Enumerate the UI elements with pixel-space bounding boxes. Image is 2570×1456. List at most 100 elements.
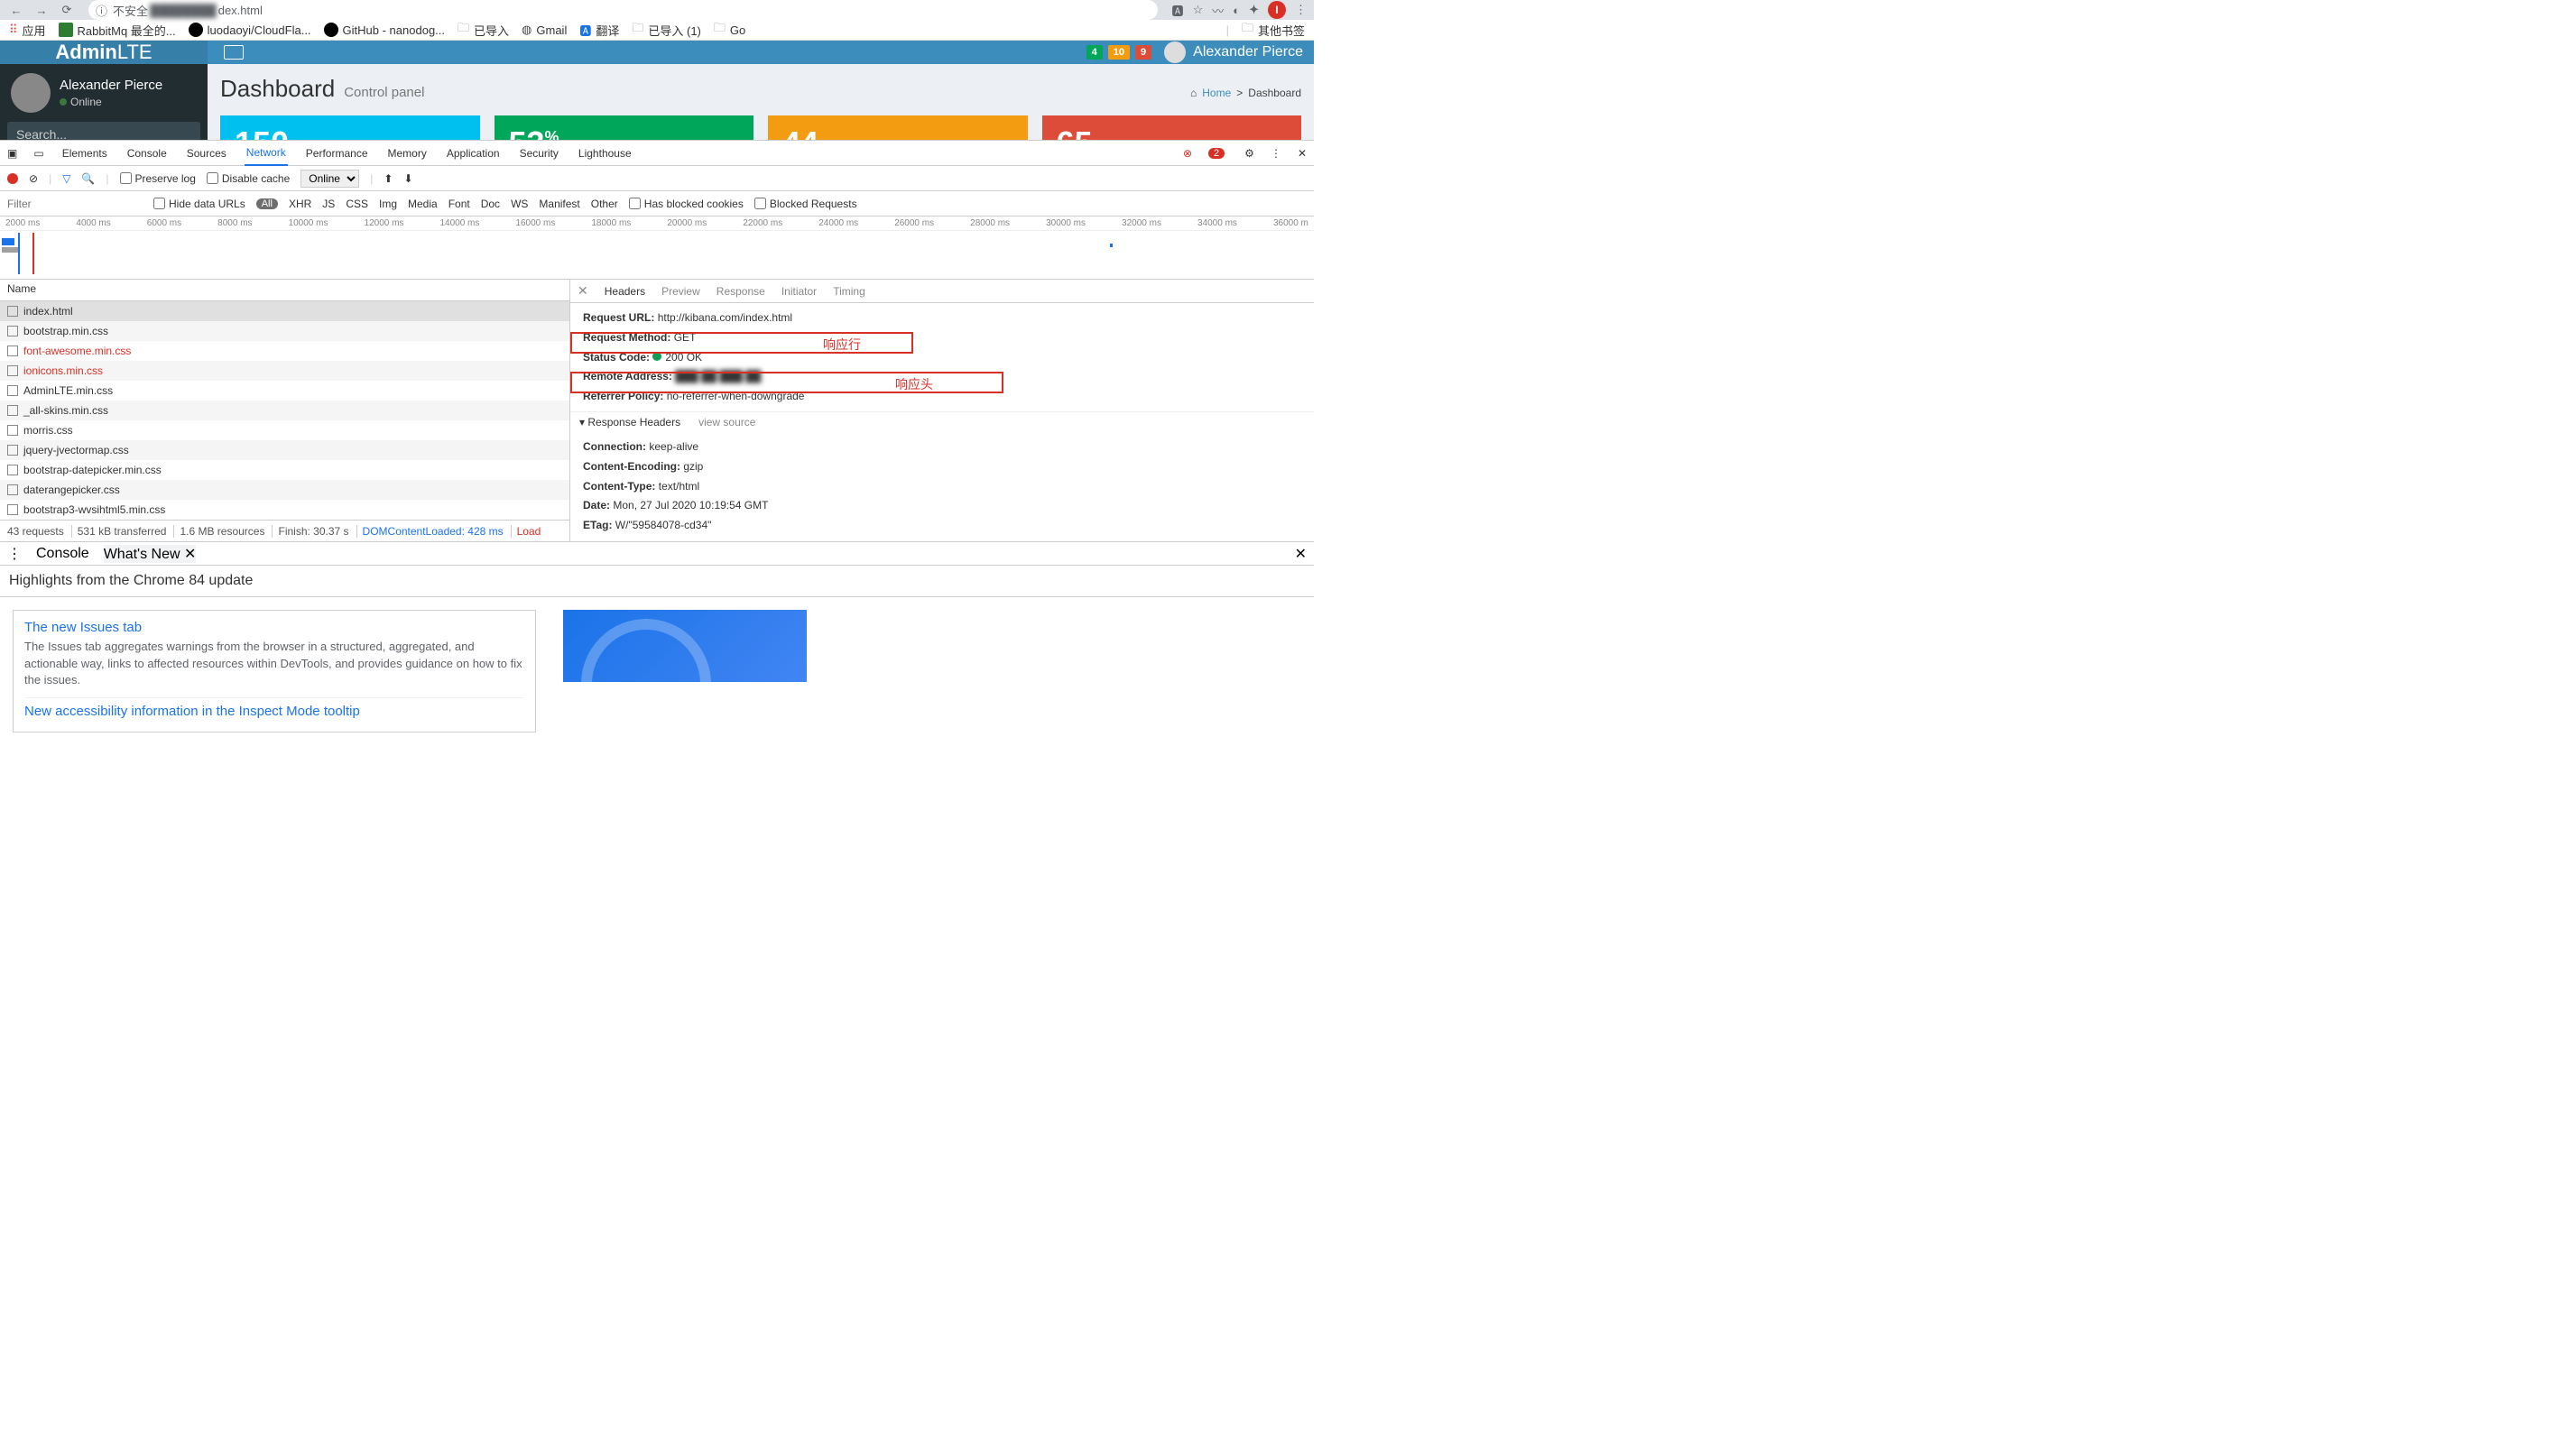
request-row[interactable]: ionicons.min.css	[0, 361, 569, 381]
browser-menu-icon[interactable]: ⋮	[1295, 3, 1307, 17]
logo[interactable]: AdminLTE	[0, 41, 208, 64]
profile-avatar[interactable]: I	[1268, 1, 1286, 19]
translate-icon[interactable]: 🅰	[1172, 2, 1184, 19]
close-drawer-icon[interactable]: ✕	[1295, 545, 1307, 563]
tab-sources[interactable]: Sources	[185, 141, 228, 166]
filter-all[interactable]: All	[256, 198, 278, 209]
blocked-cookies-checkbox[interactable]: Has blocked cookies	[629, 198, 744, 210]
filter-other[interactable]: Other	[591, 198, 618, 210]
filter-xhr[interactable]: XHR	[289, 198, 311, 210]
detail-tab-response[interactable]: Response	[716, 285, 765, 298]
download-icon[interactable]: ⬇	[403, 172, 412, 185]
filter-input[interactable]	[7, 198, 143, 210]
upload-icon[interactable]: ⬆	[384, 172, 393, 185]
sidebar-toggle-icon[interactable]	[224, 45, 244, 60]
bookmark-item[interactable]: 🗀Go	[714, 20, 745, 40]
close-detail-icon[interactable]: ✕	[578, 283, 588, 299]
tab-lighthouse[interactable]: Lighthouse	[577, 141, 633, 166]
bookmark-item[interactable]: 🅰翻译	[579, 22, 619, 39]
request-row[interactable]: _all-skins.min.css	[0, 401, 569, 420]
whatsnew-card[interactable]: The new Issues tab The Issues tab aggreg…	[13, 610, 536, 733]
bookmark-star-icon[interactable]: ☆	[1193, 3, 1204, 17]
inspect-icon[interactable]: ▣	[7, 147, 17, 160]
other-bookmarks[interactable]: 🗀其他书签	[1242, 20, 1305, 40]
filter-js[interactable]: JS	[322, 198, 335, 210]
more-icon[interactable]: ⋮	[1271, 147, 1281, 160]
close-devtools-icon[interactable]: ✕	[1298, 147, 1307, 160]
device-toggle-icon[interactable]: ▭	[33, 147, 43, 160]
filter-font[interactable]: Font	[448, 198, 470, 210]
settings-icon[interactable]: ⚙	[1244, 147, 1254, 160]
bookmark-item[interactable]: luodaoyi/CloudFla...	[189, 23, 311, 37]
filter-icon[interactable]: ▽	[62, 172, 70, 185]
forward-button[interactable]: →	[32, 1, 51, 19]
preserve-log-checkbox[interactable]: Preserve log	[120, 172, 196, 185]
column-header-name[interactable]: Name	[0, 280, 569, 301]
filter-doc[interactable]: Doc	[481, 198, 500, 210]
filter-media[interactable]: Media	[408, 198, 438, 210]
error-count[interactable]: 2	[1208, 148, 1225, 159]
request-row[interactable]: font-awesome.min.css	[0, 341, 569, 361]
hide-data-urls-checkbox[interactable]: Hide data URLs	[153, 198, 245, 210]
throttling-select[interactable]: Online	[300, 170, 359, 188]
detail-tab-headers[interactable]: Headers	[605, 285, 645, 298]
info-box[interactable]: 65	[1042, 115, 1302, 140]
filter-ws[interactable]: WS	[511, 198, 528, 210]
bookmark-item[interactable]: RabbitMq 最全的...	[59, 22, 176, 39]
user-menu[interactable]: Alexander Pierce	[1193, 44, 1303, 60]
tab-application[interactable]: Application	[445, 141, 502, 166]
clear-icon[interactable]: ⊘	[29, 172, 38, 185]
messages-badge[interactable]: 4	[1086, 45, 1103, 60]
info-box[interactable]: 150	[220, 115, 480, 140]
drawer-tab-console[interactable]: Console	[36, 546, 89, 562]
drawer-menu-icon[interactable]: ⋮	[7, 545, 22, 563]
tab-console[interactable]: Console	[125, 141, 169, 166]
tab-security[interactable]: Security	[518, 141, 560, 166]
user-avatar-icon[interactable]	[1164, 41, 1186, 63]
extension-icon[interactable]: 〰	[1212, 2, 1224, 19]
request-row[interactable]: AdminLTE.min.css	[0, 381, 569, 401]
request-row[interactable]: bootstrap-datepicker.min.css	[0, 460, 569, 480]
sidebar-search[interactable]: Search...	[7, 122, 200, 140]
close-tab-icon[interactable]: ✕	[184, 547, 196, 562]
request-row[interactable]: morris.css	[0, 420, 569, 440]
notifications-badge[interactable]: 10	[1108, 45, 1130, 60]
card-link[interactable]: New accessibility information in the Ins…	[24, 697, 524, 719]
filter-img[interactable]: Img	[379, 198, 397, 210]
search-icon[interactable]: 🔍	[81, 172, 95, 185]
request-row[interactable]: daterangepicker.css	[0, 480, 569, 500]
extensions-puzzle-icon[interactable]: ✦	[1249, 3, 1259, 17]
address-bar[interactable]: ⓘ 不安全 ████████ dex.html	[88, 0, 1158, 20]
tab-network[interactable]: Network	[245, 141, 288, 166]
tasks-badge[interactable]: 9	[1135, 45, 1151, 60]
request-row[interactable]: bootstrap3-wvsihtml5.min.css	[0, 500, 569, 520]
request-row[interactable]: jquery-jvectormap.css	[0, 440, 569, 460]
tab-performance[interactable]: Performance	[304, 141, 370, 166]
record-button[interactable]	[7, 173, 18, 184]
response-headers-section[interactable]: ▾ Response Headersview source	[570, 411, 1314, 432]
detail-tab-initiator[interactable]: Initiator	[781, 285, 817, 298]
bookmark-item[interactable]: ◍Gmail	[522, 23, 567, 37]
extension-icon[interactable]: ◐	[1233, 4, 1240, 17]
apps-shortcut[interactable]: ⠿应用	[9, 22, 46, 39]
network-timeline[interactable]: 2000 ms4000 ms6000 ms8000 ms10000 ms1200…	[0, 217, 1314, 280]
tab-elements[interactable]: Elements	[60, 141, 109, 166]
bookmark-item[interactable]: 🗀已导入	[458, 20, 509, 40]
blocked-requests-checkbox[interactable]: Blocked Requests	[754, 198, 857, 210]
filter-css[interactable]: CSS	[346, 198, 368, 210]
disable-cache-checkbox[interactable]: Disable cache	[207, 172, 290, 185]
bookmark-item[interactable]: 🗀已导入 (1)	[632, 20, 701, 40]
info-box[interactable]: 53%	[495, 115, 754, 140]
request-row[interactable]: index.html	[0, 301, 569, 321]
view-source-link[interactable]: view source	[698, 416, 755, 429]
drawer-tab-whatsnew[interactable]: What's New ✕	[104, 545, 197, 563]
tab-memory[interactable]: Memory	[386, 141, 429, 166]
bookmark-item[interactable]: GitHub - nanodog...	[324, 23, 445, 37]
filter-manifest[interactable]: Manifest	[539, 198, 579, 210]
info-box[interactable]: 44	[768, 115, 1028, 140]
back-button[interactable]: ←	[7, 1, 25, 19]
breadcrumb-home[interactable]: Home	[1202, 87, 1231, 99]
detail-tab-timing[interactable]: Timing	[833, 285, 865, 298]
request-row[interactable]: bootstrap.min.css	[0, 321, 569, 341]
detail-tab-preview[interactable]: Preview	[661, 285, 700, 298]
